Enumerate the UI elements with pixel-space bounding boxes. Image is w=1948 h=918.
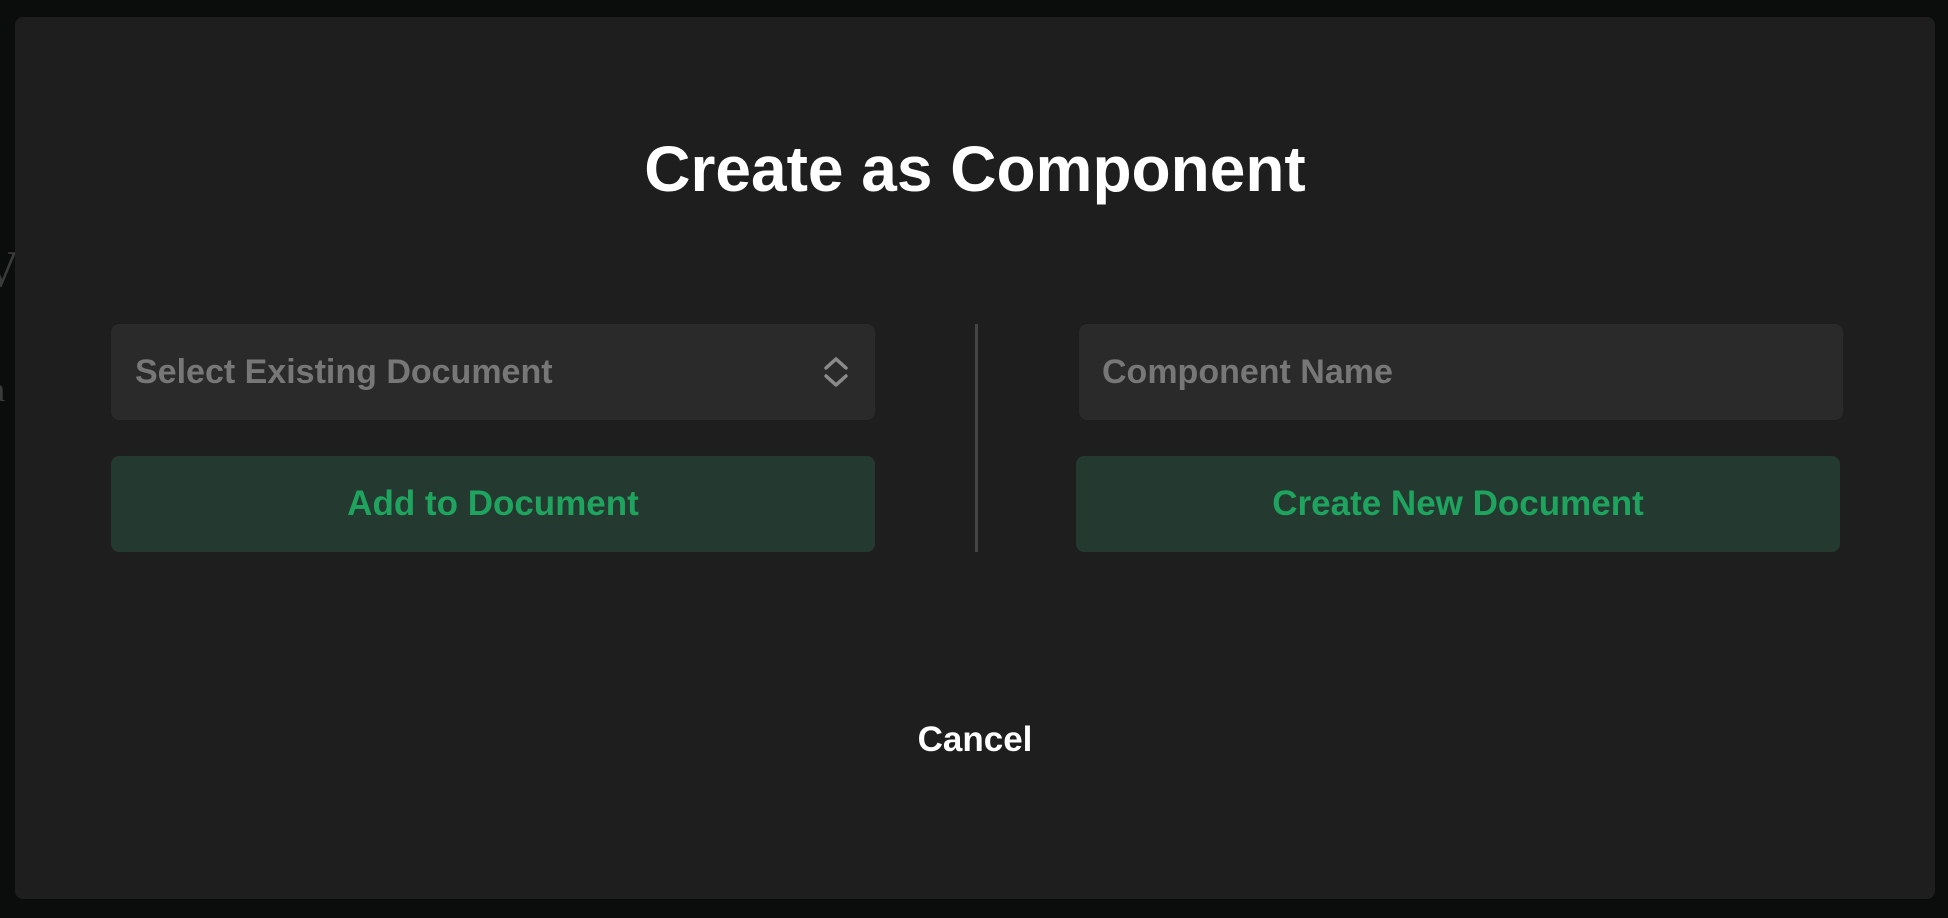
cancel-button[interactable]: Cancel <box>918 720 1033 759</box>
component-name-input[interactable] <box>1102 352 1843 392</box>
create-component-dialog: Create as Component Select Existing Docu… <box>15 17 1935 899</box>
cancel-row: Cancel <box>15 719 1935 761</box>
dialog-title: Create as Component <box>644 133 1306 205</box>
background-text-fragment: a <box>0 372 5 410</box>
select-placeholder: Select Existing Document <box>135 352 553 391</box>
chevron-up-down-icon <box>824 357 848 387</box>
select-existing-document[interactable]: Select Existing Document <box>111 324 875 420</box>
add-to-document-button[interactable]: Add to Document <box>111 456 875 552</box>
create-new-document-button[interactable]: Create New Document <box>1076 456 1840 552</box>
vertical-divider <box>975 324 978 552</box>
component-name-field[interactable] <box>1079 324 1843 420</box>
